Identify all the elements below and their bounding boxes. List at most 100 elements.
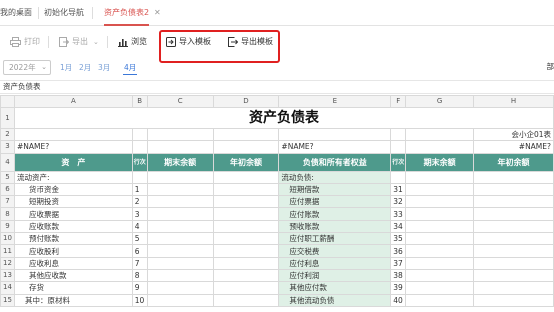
line-no-cell[interactable]: 1 [131, 182, 148, 197]
year-select[interactable]: 2022年 ⌄ [3, 60, 51, 75]
liability-item-cell[interactable]: 应付账款 [278, 207, 392, 221]
cell[interactable] [212, 127, 280, 142]
begin-balance-cell[interactable] [212, 293, 280, 307]
row-header[interactable]: 8 [0, 207, 15, 221]
begin-balance-cell[interactable] [473, 170, 554, 184]
end-balance-cell[interactable] [146, 256, 214, 270]
line-no-cell[interactable]: 32 [390, 195, 407, 209]
row-header[interactable]: 2 [0, 127, 15, 142]
row-header[interactable]: 1 [0, 107, 15, 129]
cell[interactable] [146, 127, 214, 142]
end-balance-cell[interactable] [146, 232, 214, 246]
asset-item-cell[interactable]: 预付账款 [13, 232, 133, 246]
preview-button[interactable]: 浏览 [118, 34, 147, 50]
begin-balance-cell[interactable] [212, 281, 280, 295]
cell[interactable] [131, 140, 148, 154]
corner-cell[interactable] [0, 95, 15, 108]
end-balance-cell[interactable] [405, 207, 475, 221]
end-balance-cell[interactable] [405, 244, 475, 258]
end-balance-cell[interactable] [146, 281, 214, 295]
col-header-e[interactable]: E [278, 95, 392, 108]
cell-h3[interactable]: #NAME? [473, 140, 554, 154]
line-no-cell[interactable]: 9 [131, 281, 148, 295]
begin-balance-cell[interactable] [473, 293, 554, 307]
line-no-cell[interactable]: 8 [131, 268, 148, 283]
asset-item-cell[interactable]: 应收股利 [13, 244, 133, 258]
begin-balance-cell[interactable] [212, 170, 280, 184]
cell[interactable] [390, 140, 407, 154]
end-balance-cell[interactable] [146, 293, 214, 307]
line-no-cell[interactable]: 34 [390, 219, 407, 234]
liability-item-cell[interactable]: 应交税费 [278, 244, 392, 258]
liability-item-cell[interactable]: 应付票据 [278, 195, 392, 209]
line-no-cell[interactable]: 40 [390, 293, 407, 307]
begin-balance-cell[interactable] [212, 207, 280, 221]
end-balance-cell[interactable] [146, 195, 214, 209]
row-header[interactable]: 5 [0, 170, 15, 184]
line-no-cell[interactable]: 31 [390, 182, 407, 197]
col-header-d[interactable]: D [212, 95, 280, 108]
begin-balance-cell[interactable] [212, 268, 280, 283]
asset-item-cell[interactable]: 应收票据 [13, 207, 133, 221]
line-no-cell[interactable]: 36 [390, 244, 407, 258]
col-header-a[interactable]: A [13, 95, 133, 108]
header-end-balance-2[interactable]: 期末余额 [405, 152, 475, 172]
row-header[interactable]: 13 [0, 268, 15, 283]
begin-balance-cell[interactable] [473, 281, 554, 295]
begin-balance-cell[interactable] [473, 195, 554, 209]
line-no-cell[interactable] [131, 170, 148, 184]
end-balance-cell[interactable] [405, 170, 475, 184]
liability-item-cell[interactable]: 应付利息 [278, 256, 392, 270]
line-no-cell[interactable]: 10 [131, 293, 148, 307]
header-liabilities-equity[interactable]: 负债和所有者权益 [278, 152, 392, 172]
begin-balance-cell[interactable] [473, 182, 554, 197]
cell[interactable] [131, 127, 148, 142]
col-header-h[interactable]: H [473, 95, 554, 108]
row-header[interactable]: 4 [0, 152, 15, 172]
begin-balance-cell[interactable] [473, 219, 554, 234]
form-code-cell[interactable]: 会小企01表 [473, 127, 554, 142]
col-header-c[interactable]: C [146, 95, 214, 108]
close-icon[interactable]: ✕ [154, 0, 161, 26]
header-end-balance[interactable]: 期末余额 [146, 152, 214, 172]
asset-item-cell[interactable]: 流动资产: [13, 170, 133, 184]
asset-item-cell[interactable]: 短期投资 [13, 195, 133, 209]
header-asset[interactable]: 资 产 [13, 152, 133, 172]
row-header[interactable]: 15 [0, 293, 15, 307]
end-balance-cell[interactable] [146, 170, 214, 184]
month-tab-4[interactable]: 4月 [122, 60, 138, 75]
liability-item-cell[interactable]: 应付职工薪酬 [278, 232, 392, 246]
sheet-title-cell[interactable]: 资产负债表 [13, 107, 554, 129]
liability-item-cell[interactable]: 应付利润 [278, 268, 392, 283]
month-tab-3[interactable]: 3月 [98, 60, 110, 75]
row-header[interactable]: 10 [0, 232, 15, 246]
line-no-cell[interactable]: 37 [390, 256, 407, 270]
line-no-cell[interactable]: 7 [131, 256, 148, 270]
header-line-no-2[interactable]: 行次 [390, 152, 407, 172]
cell[interactable] [13, 127, 133, 142]
row-header[interactable]: 3 [0, 140, 15, 154]
end-balance-cell[interactable] [146, 182, 214, 197]
liability-item-cell[interactable]: 预收账款 [278, 219, 392, 234]
end-balance-cell[interactable] [146, 268, 214, 283]
header-begin-balance[interactable]: 年初余额 [212, 152, 280, 172]
print-button[interactable]: 打印 [10, 34, 40, 50]
begin-balance-cell[interactable] [212, 182, 280, 197]
end-balance-cell[interactable] [405, 293, 475, 307]
cell[interactable] [146, 140, 214, 154]
begin-balance-cell[interactable] [212, 219, 280, 234]
asset-item-cell[interactable]: 其他应收款 [13, 268, 133, 283]
line-no-cell[interactable]: 4 [131, 219, 148, 234]
header-line-no[interactable]: 行次 [131, 152, 148, 172]
cell-e3[interactable]: #NAME? [278, 140, 392, 154]
begin-balance-cell[interactable] [473, 268, 554, 283]
cell[interactable] [278, 127, 392, 142]
line-no-cell[interactable]: 2 [131, 195, 148, 209]
line-no-cell[interactable]: 35 [390, 232, 407, 246]
end-balance-cell[interactable] [405, 281, 475, 295]
begin-balance-cell[interactable] [212, 256, 280, 270]
line-no-cell[interactable]: 39 [390, 281, 407, 295]
asset-item-cell[interactable]: 存货 [13, 281, 133, 295]
col-header-g[interactable]: G [405, 95, 475, 108]
tab-balance-sheet[interactable]: 资产负债表2 [104, 0, 150, 26]
